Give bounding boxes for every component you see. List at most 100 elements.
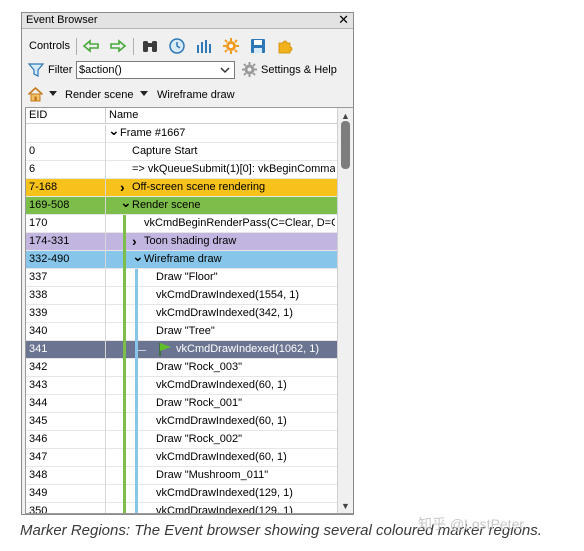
table-row[interactable]: 170 vkCmdBeginRenderPass(C=Clear, D=Clear… bbox=[26, 215, 337, 234]
chevron-down-icon[interactable]: ⌄ bbox=[108, 122, 120, 139]
table-row[interactable]: 350 vkCmdDrawIndexed(129, 1) bbox=[26, 503, 337, 514]
clock-icon[interactable] bbox=[167, 37, 187, 55]
event-tree: EID Name ⌄ Frame #1667 0 Capture Start 6 => v… bbox=[25, 107, 353, 514]
region-guide-render bbox=[123, 359, 126, 378]
event-id: 343 bbox=[29, 379, 48, 391]
region-guide-wireframe bbox=[135, 323, 138, 342]
close-icon[interactable]: ✕ bbox=[338, 13, 349, 28]
column-header-name[interactable]: Name bbox=[109, 109, 138, 121]
event-id: 350 bbox=[29, 505, 48, 514]
arrow-right-icon[interactable] bbox=[108, 37, 128, 55]
table-row[interactable]: 340 Draw "Tree" bbox=[26, 323, 337, 342]
toolbar-separator bbox=[76, 38, 77, 55]
column-divider bbox=[105, 359, 106, 377]
table-row[interactable]: 346 Draw "Rock_002" bbox=[26, 431, 337, 450]
column-divider bbox=[105, 341, 106, 359]
region-guide-wireframe bbox=[135, 467, 138, 486]
region-guide-wireframe bbox=[135, 395, 138, 414]
chevron-right-icon[interactable]: › bbox=[120, 179, 125, 195]
event-name: vkCmdDrawIndexed(60, 1) bbox=[156, 451, 287, 463]
table-row[interactable]: 348 Draw "Mushroom_011" bbox=[26, 467, 337, 486]
breadcrumb-render-scene[interactable]: Render scene bbox=[65, 89, 134, 101]
table-row[interactable]: 338 vkCmdDrawIndexed(1554, 1) bbox=[26, 287, 337, 306]
event-name: Draw "Tree" bbox=[156, 325, 215, 337]
event-id: 342 bbox=[29, 361, 48, 373]
chevron-down-icon[interactable] bbox=[140, 91, 148, 96]
event-id: 174-331 bbox=[29, 235, 70, 247]
region-guide-render bbox=[123, 449, 126, 468]
table-row[interactable]: 347 vkCmdDrawIndexed(60, 1) bbox=[26, 449, 337, 468]
region-guide-render bbox=[123, 287, 126, 306]
event-id: 341 bbox=[29, 343, 48, 355]
chevron-down-icon[interactable]: ⌄ bbox=[132, 248, 144, 265]
table-row[interactable]: 344 Draw "Rock_001" bbox=[26, 395, 337, 414]
table-row[interactable]: 349 vkCmdDrawIndexed(129, 1) bbox=[26, 485, 337, 504]
table-row[interactable]: 169-508 ⌄ Render scene bbox=[26, 194, 337, 215]
chevron-right-icon[interactable]: › bbox=[132, 233, 137, 249]
column-divider bbox=[105, 395, 106, 413]
breadcrumb-wireframe-draw[interactable]: Wireframe draw bbox=[157, 89, 235, 101]
table-row[interactable]: 339 vkCmdDrawIndexed(342, 1) bbox=[26, 305, 337, 324]
region-guide-render bbox=[123, 269, 126, 288]
region-guide-render bbox=[123, 431, 126, 450]
binoculars-icon[interactable] bbox=[140, 37, 160, 55]
event-name: Wireframe draw bbox=[144, 253, 222, 265]
region-guide-render bbox=[123, 233, 126, 252]
event-name: vkCmdDrawIndexed(1062, 1) bbox=[176, 343, 320, 355]
table-row[interactable]: 343 vkCmdDrawIndexed(60, 1) bbox=[26, 377, 337, 396]
column-divider bbox=[105, 305, 106, 323]
table-row[interactable]: 341 vkCmdDrawIndexed(1062, 1) bbox=[26, 341, 337, 360]
event-name: vkCmdDrawIndexed(129, 1) bbox=[156, 487, 293, 499]
scroll-down-icon[interactable]: ▼ bbox=[341, 501, 350, 511]
chevron-down-icon[interactable] bbox=[217, 62, 233, 78]
puzzle-icon[interactable] bbox=[275, 37, 295, 55]
region-guide-render bbox=[123, 485, 126, 504]
table-row[interactable]: ⌄ Frame #1667 bbox=[26, 122, 337, 143]
event-id: 337 bbox=[29, 271, 48, 283]
event-name: Draw "Rock_001" bbox=[156, 397, 243, 409]
table-row[interactable]: 337 Draw "Floor" bbox=[26, 269, 337, 288]
event-name: Capture Start bbox=[132, 145, 198, 157]
settings-help-button[interactable]: Settings & Help bbox=[261, 64, 337, 76]
column-divider bbox=[105, 125, 106, 143]
column-divider bbox=[105, 108, 106, 124]
timeline-icon[interactable] bbox=[194, 37, 214, 55]
column-divider bbox=[105, 161, 106, 179]
scrollbar-thumb[interactable] bbox=[341, 121, 350, 169]
arrow-left-icon[interactable] bbox=[81, 37, 101, 55]
region-guide-wireframe bbox=[135, 305, 138, 324]
table-row[interactable]: 345 vkCmdDrawIndexed(60, 1) bbox=[26, 413, 337, 432]
chevron-down-icon[interactable]: ⌄ bbox=[120, 194, 132, 211]
table-row[interactable]: 342 Draw "Rock_003" bbox=[26, 359, 337, 378]
colour-gear-icon[interactable] bbox=[221, 37, 241, 55]
save-icon[interactable] bbox=[248, 37, 268, 55]
region-guide-render bbox=[123, 341, 126, 360]
watermark: 知乎 @LostPeter bbox=[418, 516, 525, 532]
column-divider bbox=[105, 431, 106, 449]
scroll-up-icon[interactable]: ▲ bbox=[341, 111, 350, 121]
table-row[interactable]: 7-168 › Off-screen scene rendering bbox=[26, 179, 337, 197]
filter-input[interactable] bbox=[76, 61, 235, 79]
event-name: vkCmdDrawIndexed(60, 1) bbox=[156, 379, 287, 391]
table-row[interactable]: 6 => vkQueueSubmit(1)[0]: vkBeginCommandB… bbox=[26, 161, 337, 179]
event-name: vkCmdDrawIndexed(60, 1) bbox=[156, 415, 287, 427]
column-header-eid[interactable]: EID bbox=[29, 109, 47, 121]
event-name: vkCmdBeginRenderPass(C=Clear, D=Clear) bbox=[144, 217, 335, 229]
column-divider bbox=[105, 269, 106, 287]
region-guide-render bbox=[123, 323, 126, 342]
table-row[interactable]: 332-490 ⌄ Wireframe draw bbox=[26, 248, 337, 270]
vertical-scrollbar[interactable]: ▲ ▼ bbox=[337, 108, 353, 513]
event-id: 332-490 bbox=[29, 253, 70, 265]
chevron-down-icon[interactable] bbox=[49, 91, 57, 96]
event-name: Frame #1667 bbox=[120, 127, 186, 139]
event-id: 347 bbox=[29, 451, 48, 463]
table-row[interactable]: 0 Capture Start bbox=[26, 143, 337, 161]
column-divider bbox=[105, 215, 106, 233]
event-id: 0 bbox=[29, 145, 36, 157]
column-divider bbox=[105, 503, 106, 513]
home-icon[interactable] bbox=[27, 86, 44, 103]
table-row[interactable]: 174-331 › Toon shading draw bbox=[26, 233, 337, 252]
column-divider bbox=[105, 233, 106, 251]
gear-icon[interactable] bbox=[241, 61, 258, 78]
column-divider bbox=[105, 179, 106, 197]
